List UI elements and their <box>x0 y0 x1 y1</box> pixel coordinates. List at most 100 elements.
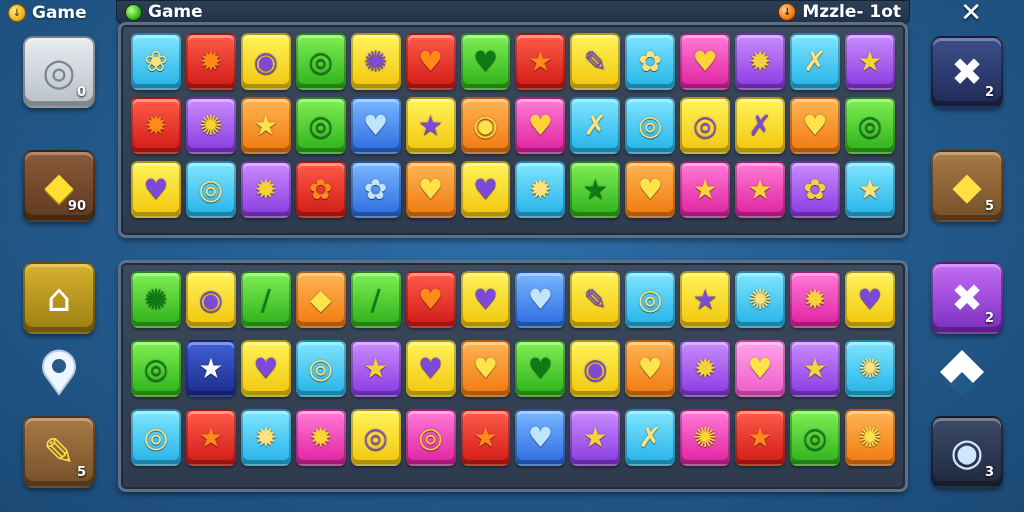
game-tile[interactable]: ★ <box>460 409 511 466</box>
game-tile[interactable]: ✹ <box>240 161 291 218</box>
crossed-tools-icon: ✖ <box>951 276 983 320</box>
game-tile[interactable]: ♥ <box>405 161 456 218</box>
game-tile[interactable]: ★ <box>844 33 895 90</box>
game-tile[interactable]: ✺ <box>350 33 401 90</box>
game-tile[interactable]: ◎ <box>844 97 895 154</box>
game-tile[interactable]: ◆ <box>295 271 346 328</box>
game-tile[interactable]: ✺ <box>735 271 786 328</box>
game-tile[interactable]: ♥ <box>240 340 291 397</box>
game-tile[interactable]: ✗ <box>790 33 840 90</box>
game-tile[interactable]: ✗ <box>625 409 676 466</box>
white-diamond-icon[interactable] <box>936 346 988 398</box>
game-tile[interactable]: ♥ <box>735 340 786 397</box>
tile-symbol-icon: ◎ <box>638 108 663 142</box>
game-tile[interactable]: ✿ <box>790 161 840 218</box>
game-tile[interactable]: ♥ <box>844 271 895 328</box>
game-tile[interactable]: ★ <box>680 271 731 328</box>
game-tile[interactable]: ♥ <box>405 33 456 90</box>
game-tile[interactable]: ✺ <box>844 409 895 466</box>
game-tile[interactable]: ♥ <box>131 161 181 218</box>
game-tile[interactable]: ✗ <box>735 97 786 154</box>
game-tile[interactable]: ✹ <box>735 33 786 90</box>
game-tile[interactable]: ★ <box>790 340 840 397</box>
game-tile[interactable]: / <box>350 271 401 328</box>
game-tile[interactable]: ♥ <box>460 161 511 218</box>
game-tile[interactable]: ★ <box>570 409 621 466</box>
game-tile[interactable]: ♥ <box>515 340 566 397</box>
ring-button[interactable]: ◉ 3 <box>931 416 1003 488</box>
game-tile[interactable]: ★ <box>844 161 895 218</box>
game-tile[interactable]: ◎ <box>790 409 840 466</box>
game-tile[interactable]: ◉ <box>460 97 511 154</box>
game-tile[interactable]: ✹ <box>790 271 840 328</box>
bomb-button[interactable]: ◎ 0 <box>23 36 95 108</box>
close-icon[interactable]: ✕ <box>960 0 982 26</box>
game-tile[interactable]: ✹ <box>131 97 181 154</box>
game-tile[interactable]: ✎ <box>570 33 621 90</box>
game-tile[interactable]: ★ <box>570 161 621 218</box>
game-tile[interactable]: ◎ <box>295 33 346 90</box>
game-tile[interactable]: ◎ <box>625 271 676 328</box>
game-tile[interactable]: ✗ <box>570 97 621 154</box>
game-tile[interactable]: ✿ <box>295 161 346 218</box>
game-tile[interactable]: ♥ <box>790 97 840 154</box>
game-tile[interactable]: ❀ <box>131 33 181 90</box>
game-tile[interactable]: ♥ <box>350 97 401 154</box>
game-tile[interactable]: ♥ <box>515 97 566 154</box>
game-tile[interactable]: ✹ <box>295 409 346 466</box>
game-tile[interactable]: ✿ <box>350 161 401 218</box>
home-button[interactable]: ⌂ <box>23 262 95 334</box>
game-tile[interactable]: ◎ <box>405 409 456 466</box>
game-tile[interactable]: ◎ <box>131 409 181 466</box>
game-tile[interactable]: ✺ <box>185 97 236 154</box>
hammer-button[interactable]: ✖ 2 <box>931 36 1003 108</box>
location-pin-icon[interactable] <box>36 346 82 396</box>
game-tile[interactable]: ◉ <box>570 340 621 397</box>
game-tile[interactable]: ♥ <box>515 409 566 466</box>
game-tile[interactable]: ◎ <box>625 97 676 154</box>
game-tile[interactable]: ★ <box>185 409 236 466</box>
game-tile[interactable]: ✺ <box>680 409 731 466</box>
game-tile[interactable]: ✺ <box>844 340 895 397</box>
game-tile[interactable]: ♥ <box>625 340 676 397</box>
game-tile[interactable]: ♥ <box>680 33 731 90</box>
game-tile[interactable]: / <box>240 271 291 328</box>
game-tile[interactable]: ◎ <box>295 97 346 154</box>
diamond-button[interactable]: ◆ 90 <box>23 150 95 222</box>
game-tile[interactable]: ★ <box>735 409 786 466</box>
game-tile[interactable]: ♥ <box>460 271 511 328</box>
game-tile[interactable]: ✎ <box>570 271 621 328</box>
game-tile[interactable]: ✹ <box>680 340 731 397</box>
game-tile[interactable]: ♥ <box>405 340 456 397</box>
game-tile[interactable]: ♥ <box>625 161 676 218</box>
game-tile[interactable]: ★ <box>735 161 786 218</box>
green-gem-icon <box>125 3 142 21</box>
game-tile[interactable]: ★ <box>350 340 401 397</box>
game-tile[interactable]: ♥ <box>460 340 511 397</box>
game-tile[interactable]: ♥ <box>405 271 456 328</box>
pencil-button[interactable]: ✎ 5 <box>23 416 95 488</box>
game-tile[interactable]: ◉ <box>240 33 291 90</box>
game-tile[interactable]: ♥ <box>515 271 566 328</box>
game-tile[interactable]: ◎ <box>680 97 731 154</box>
game-tile[interactable]: ✹ <box>185 33 236 90</box>
game-tile[interactable]: ★ <box>405 97 456 154</box>
gem-button[interactable]: ◆ 5 <box>931 150 1003 222</box>
game-tile[interactable]: ◎ <box>350 409 401 466</box>
game-tile[interactable]: ★ <box>680 161 731 218</box>
game-tile[interactable]: ✹ <box>240 409 291 466</box>
game-tile[interactable]: ◎ <box>131 340 181 397</box>
game-tile[interactable]: ◎ <box>295 340 346 397</box>
swap-button[interactable]: ✖ 2 <box>931 262 1003 334</box>
game-tile[interactable]: ✺ <box>131 271 181 328</box>
hammer-count: 2 <box>984 85 994 100</box>
game-tile[interactable]: ◎ <box>185 161 236 218</box>
game-tile[interactable]: ✹ <box>515 161 566 218</box>
tile-symbol-icon: ♥ <box>418 351 444 385</box>
game-tile[interactable]: ♥ <box>460 33 511 90</box>
game-tile[interactable]: ★ <box>515 33 566 90</box>
game-tile[interactable]: ★ <box>240 97 291 154</box>
game-tile[interactable]: ★ <box>185 340 236 397</box>
game-tile[interactable]: ◉ <box>185 271 236 328</box>
game-tile[interactable]: ✿ <box>625 33 676 90</box>
